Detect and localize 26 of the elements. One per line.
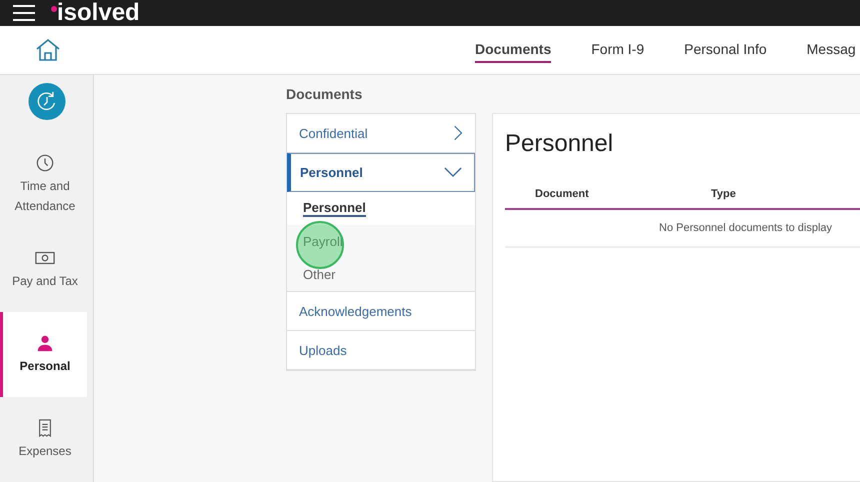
sidebar-item[interactable]: Personal [0, 312, 87, 397]
chevron-right-icon [454, 125, 463, 141]
tab[interactable]: Personal Info [684, 37, 767, 63]
category-item[interactable]: Uploads [287, 331, 475, 370]
column-header: Document [535, 188, 590, 202]
menu-icon[interactable] [13, 5, 35, 21]
person-icon [35, 334, 55, 352]
category-item[interactable]: Acknowledgements [287, 292, 475, 331]
home-icon[interactable] [35, 38, 61, 62]
empty-message: No Personnel documents to display [659, 222, 832, 234]
panel-title: Personnel [505, 130, 614, 158]
subcategory-item[interactable]: Personnel [303, 200, 366, 217]
sidebar-item[interactable]: Time and Attendance [0, 142, 87, 227]
tab[interactable]: Messag [806, 37, 856, 63]
subcategory-item[interactable]: Other [303, 267, 336, 282]
column-header: Type [711, 188, 736, 202]
sidebar-item[interactable]: Pay and Tax [0, 227, 87, 312]
chevron-down-icon [444, 167, 462, 178]
sidebar-item[interactable]: Expenses [0, 397, 87, 482]
logo: isolved [51, 1, 140, 25]
tab[interactable]: Form I-9 [591, 37, 644, 63]
clock-icon [35, 154, 55, 172]
category-item[interactable]: Confidential [287, 114, 475, 153]
click-indicator [296, 221, 344, 269]
tab[interactable]: Documents [475, 37, 552, 63]
section-title: Documents [286, 86, 364, 102]
